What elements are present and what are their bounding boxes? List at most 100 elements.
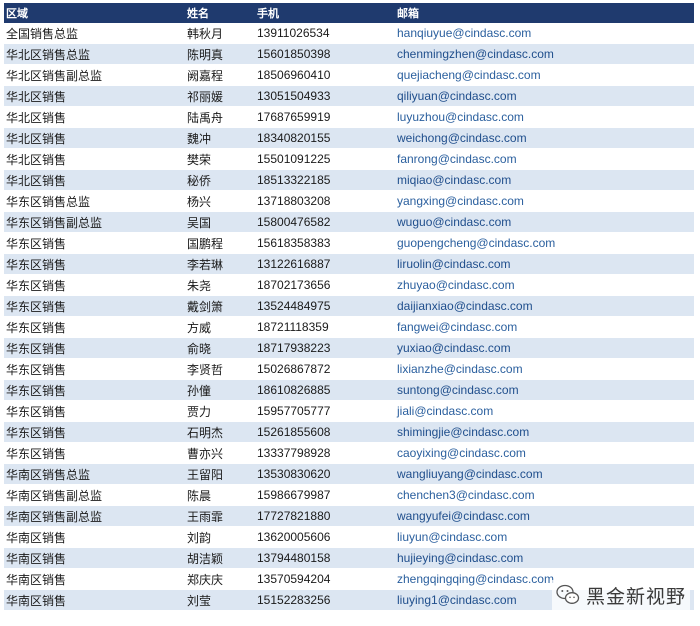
cell-phone: 15957705777 [255, 400, 395, 422]
cell-email: qiliyuan@cindasc.com [395, 85, 694, 107]
email-link[interactable]: suntong@cindasc.com [397, 383, 519, 397]
email-link[interactable]: quejiacheng@cindasc.com [397, 68, 541, 82]
cell-phone: 13794480158 [255, 547, 395, 569]
cell-region: 华东区销售 [4, 400, 185, 422]
table-row: 华东区销售 李若琳 13122616887 liruolin@cindasc.com [4, 253, 694, 275]
cell-region: 华东区销售 [4, 232, 185, 254]
email-link[interactable]: liuyun@cindasc.com [397, 530, 507, 544]
cell-phone: 15261855608 [255, 421, 395, 443]
cell-name: 祁丽媛 [185, 85, 255, 107]
table-row: 华东区销售 孙僮 18610826885 suntong@cindasc.com [4, 379, 694, 401]
cell-email: fangwei@cindasc.com [395, 316, 694, 338]
cell-email: liuyun@cindasc.com [395, 526, 694, 548]
cell-name: 陈明真 [185, 43, 255, 65]
sales-contact-table: 区域 姓名 手机 邮箱 全国销售总监 韩秋月 13911026534 hanqiuyu… [4, 3, 694, 611]
cell-region: 华南区销售总监 [4, 463, 185, 485]
cell-region: 全国销售总监 [4, 23, 185, 44]
cell-region: 华东区销售总监 [4, 190, 185, 212]
header-email: 邮箱 [395, 3, 694, 23]
email-link[interactable]: wuguo@cindasc.com [397, 215, 511, 229]
cell-region: 华北区销售 [4, 85, 185, 107]
cell-region: 华北区销售 [4, 148, 185, 170]
cell-name: 刘莹 [185, 589, 255, 611]
table-row: 华东区销售 贾力 15957705777 jiali@cindasc.com [4, 400, 694, 422]
cell-email: liruolin@cindasc.com [395, 253, 694, 275]
email-link[interactable]: caoyixing@cindasc.com [397, 446, 526, 460]
email-link[interactable]: yuxiao@cindasc.com [397, 341, 511, 355]
cell-phone: 15601850398 [255, 43, 395, 65]
cell-email: yangxing@cindasc.com [395, 190, 694, 212]
email-link[interactable]: hujieying@cindasc.com [397, 551, 523, 565]
email-link[interactable]: wangliuyang@cindasc.com [397, 467, 543, 481]
cell-email: wangyufei@cindasc.com [395, 505, 694, 527]
cell-phone: 17687659919 [255, 106, 395, 128]
cell-name: 王留阳 [185, 463, 255, 485]
email-link[interactable]: miqiao@cindasc.com [397, 173, 511, 187]
cell-phone: 13122616887 [255, 253, 395, 275]
cell-phone: 15026867872 [255, 358, 395, 380]
cell-name: 陈晨 [185, 484, 255, 506]
table-row: 华南区销售 胡洁颖 13794480158 hujieying@cindasc.com [4, 547, 694, 569]
table-row: 华东区销售 国鹏程 15618358383 guopengcheng@cindasc.… [4, 232, 694, 254]
cell-region: 华南区销售 [4, 568, 185, 590]
cell-email: weichong@cindasc.com [395, 127, 694, 149]
cell-phone: 13337798928 [255, 442, 395, 464]
email-link[interactable]: wangyufei@cindasc.com [397, 509, 530, 523]
email-link[interactable]: zhuyao@cindasc.com [397, 278, 515, 292]
table-row: 华东区销售总监 杨兴 13718803208 yangxing@cindasc.com [4, 190, 694, 212]
email-link[interactable]: zhengqingqing@cindasc.com [397, 572, 554, 586]
cell-region: 华北区销售 [4, 127, 185, 149]
table-row: 华北区销售 樊荣 15501091225 fanrong@cindasc.com [4, 148, 694, 170]
watermark: 黑金新视野 [551, 580, 690, 610]
table-row: 华南区销售 刘韵 13620005606 liuyun@cindasc.com [4, 526, 694, 548]
email-link[interactable]: liruolin@cindasc.com [397, 257, 511, 271]
cell-email: daijianxiao@cindasc.com [395, 295, 694, 317]
email-link[interactable]: jiali@cindasc.com [397, 404, 493, 418]
cell-phone: 15618358383 [255, 232, 395, 254]
cell-name: 杨兴 [185, 190, 255, 212]
cell-name: 戴剑箫 [185, 295, 255, 317]
email-link[interactable]: hanqiuyue@cindasc.com [397, 26, 531, 40]
cell-email: chenchen3@cindasc.com [395, 484, 694, 506]
table-row: 华南区销售副总监 陈晨 15986679987 chenchen3@cindasc.c… [4, 484, 694, 506]
email-link[interactable]: chenmingzhen@cindasc.com [397, 47, 554, 61]
email-link[interactable]: fangwei@cindasc.com [397, 320, 517, 334]
cell-region: 华南区销售 [4, 547, 185, 569]
cell-phone: 15986679987 [255, 484, 395, 506]
table-row: 华东区销售 石明杰 15261855608 shimingjie@cindasc.co… [4, 421, 694, 443]
email-link[interactable]: fanrong@cindasc.com [397, 152, 517, 166]
cell-email: guopengcheng@cindasc.com [395, 232, 694, 254]
cell-name: 阙嘉程 [185, 64, 255, 86]
email-link[interactable]: shimingjie@cindasc.com [397, 425, 529, 439]
email-link[interactable]: guopengcheng@cindasc.com [397, 236, 555, 250]
cell-phone: 15152283256 [255, 589, 395, 611]
cell-name: 李若琳 [185, 253, 255, 275]
email-link[interactable]: yangxing@cindasc.com [397, 194, 524, 208]
cell-region: 华南区销售 [4, 526, 185, 548]
email-link[interactable]: daijianxiao@cindasc.com [397, 299, 533, 313]
table-row: 华北区销售副总监 阙嘉程 18506960410 quejiacheng@cindas… [4, 64, 694, 86]
cell-email: yuxiao@cindasc.com [395, 337, 694, 359]
email-link[interactable]: weichong@cindasc.com [397, 131, 527, 145]
cell-name: 曹亦兴 [185, 442, 255, 464]
email-link[interactable]: luyuzhou@cindasc.com [397, 110, 524, 124]
cell-email: hujieying@cindasc.com [395, 547, 694, 569]
cell-name: 石明杰 [185, 421, 255, 443]
cell-email: miqiao@cindasc.com [395, 169, 694, 191]
cell-phone: 18513322185 [255, 169, 395, 191]
table-row: 华东区销售 曹亦兴 13337798928 caoyixing@cindasc.com [4, 442, 694, 464]
email-link[interactable]: chenchen3@cindasc.com [397, 488, 535, 502]
cell-phone: 18702173656 [255, 274, 395, 296]
cell-name: 刘韵 [185, 526, 255, 548]
cell-region: 华东区销售 [4, 358, 185, 380]
cell-phone: 13911026534 [255, 23, 395, 44]
cell-region: 华东区销售 [4, 274, 185, 296]
cell-email: luyuzhou@cindasc.com [395, 106, 694, 128]
table-body: 全国销售总监 韩秋月 13911026534 hanqiuyue@cindasc.co… [4, 23, 694, 611]
email-link[interactable]: qiliyuan@cindasc.com [397, 89, 517, 103]
email-link[interactable]: liuying1@cindasc.com [397, 593, 517, 607]
cell-region: 华北区销售总监 [4, 43, 185, 65]
email-link[interactable]: lixianzhe@cindasc.com [397, 362, 523, 376]
table-row: 华北区销售 秘侨 18513322185 miqiao@cindasc.com [4, 169, 694, 191]
cell-name: 胡洁颖 [185, 547, 255, 569]
